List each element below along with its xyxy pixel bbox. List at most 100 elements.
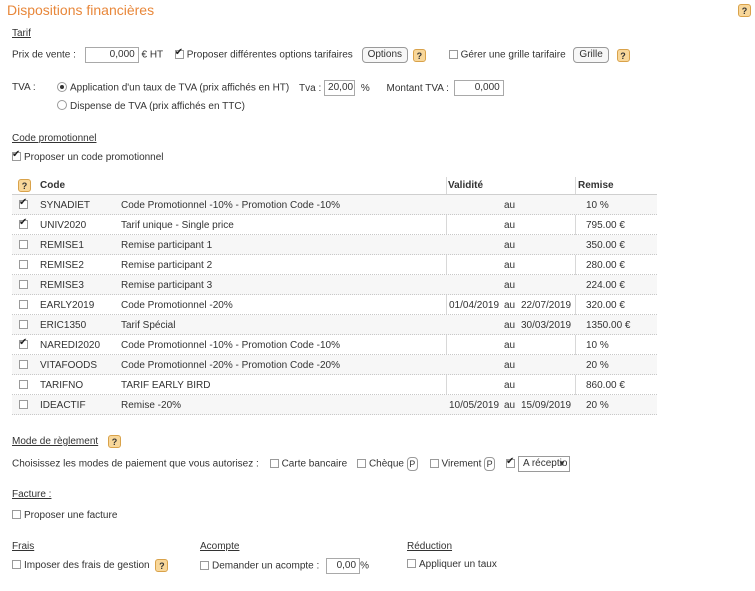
row-description: Remise participant 2 (121, 260, 213, 271)
reduction-label: Appliquer un taux (419, 559, 497, 570)
row-checkbox[interactable] (19, 320, 31, 331)
card-checkbox[interactable] (269, 458, 279, 468)
row-checkbox[interactable] (19, 300, 31, 311)
frais-heading: Frais (12, 541, 35, 552)
tva-amount-label: Montant TVA : (386, 82, 449, 94)
row-code: SYNADIET (40, 200, 91, 211)
row-checkbox[interactable] (19, 360, 31, 371)
acompte-heading: Acompte (200, 541, 240, 552)
row-checkbox[interactable] (19, 260, 31, 271)
row-au: au (504, 400, 516, 411)
row-checkbox[interactable] (19, 280, 31, 291)
frais-checkbox[interactable] (12, 560, 21, 570)
row-code: VITAFOODS (40, 360, 98, 371)
options-label: Proposer différentes options tarifaires (186, 49, 353, 61)
row-au: au (504, 300, 516, 311)
row-remise: 20 % (586, 400, 609, 411)
promo-offer-row: Proposer un code promotionnel (12, 149, 164, 163)
acompte-input[interactable]: 0,00 (326, 558, 361, 574)
tva-label: TVA : (12, 82, 36, 93)
row-valid-from: 01/04/2019 (449, 300, 500, 311)
promo-table-header: ? Code Validité Remise (12, 177, 657, 195)
row-au: au (504, 320, 516, 331)
row-description: Tarif Spécial (121, 320, 176, 331)
cheque-checkbox[interactable] (356, 458, 366, 468)
options-help-icon[interactable]: ? (412, 48, 426, 62)
row-description: Code Promotionnel -20% (121, 300, 233, 311)
row-au: au (504, 240, 516, 251)
table-row: UNIV2020 Tarif unique - Single price au 795… (12, 215, 657, 235)
options-checkbox[interactable] (174, 47, 184, 59)
price-label: Prix de vente : (12, 49, 76, 61)
tva-apply-radio[interactable] (57, 81, 67, 92)
page-title: Dispositions financières (7, 2, 155, 18)
frais-row: Imposer des frais de gestion ? (12, 559, 169, 572)
tva-rate-input[interactable]: 20,00 (324, 80, 356, 96)
row-description: Code Promotionnel -10% - Promotion Code … (121, 200, 340, 211)
row-description: Code Promotionnel -10% - Promotion Code … (121, 340, 340, 351)
acompte-checkbox[interactable] (200, 560, 209, 570)
frais-help-icon[interactable]: ? (155, 559, 169, 572)
row-valid-to: 22/07/2019 (521, 300, 572, 311)
row-checkbox[interactable] (19, 197, 31, 211)
table-row: TARIFNO TARIF EARLY BIRD au 860.00 € (12, 375, 657, 395)
row-checkbox[interactable] (19, 400, 31, 411)
acompte-label: Demander un acompte : (212, 560, 320, 572)
options-button[interactable]: Options (361, 47, 409, 63)
row-checkbox[interactable] (19, 337, 31, 351)
reduction-heading: Réduction (407, 541, 453, 552)
facture-row: Proposer une facture (12, 510, 117, 521)
tva-rate-unit: % (360, 82, 370, 94)
cheque-p-button[interactable]: P (406, 457, 418, 471)
row-au: au (504, 340, 516, 351)
facture-label: Proposer une facture (24, 510, 118, 521)
virement-checkbox[interactable] (429, 458, 439, 468)
tva-apply-row: Application d'un taux de TVA (prix affic… (57, 80, 504, 96)
tarif-heading: Tarif (12, 28, 31, 39)
row-code: IDEACTIF (40, 400, 86, 411)
row-remise: 860.00 € (586, 380, 625, 391)
grid-button[interactable]: Grille (573, 47, 609, 63)
grid-help-icon[interactable]: ? (616, 48, 630, 62)
table-row: REMISE1 Remise participant 1 au 350.00 € (12, 235, 657, 255)
col-remise: Remise (578, 180, 614, 191)
page-help-icon[interactable]: ? (738, 4, 751, 17)
row-description: Remise participant 1 (121, 240, 213, 251)
table-row: REMISE2 Remise participant 2 au 280.00 € (12, 255, 657, 275)
row-remise: 20 % (586, 360, 609, 371)
acompte-row: Demander un acompte : 0,00% (200, 558, 369, 574)
row-au: au (504, 380, 516, 391)
facture-checkbox[interactable] (12, 510, 21, 519)
promo-offer-label: Proposer un code promotionnel (24, 152, 164, 163)
row-description: TARIF EARLY BIRD (121, 380, 211, 391)
frais-label: Imposer des frais de gestion (24, 560, 150, 572)
grid-checkbox[interactable] (448, 49, 458, 59)
row-description: Remise participant 3 (121, 280, 213, 291)
row-description: Code Promotionnel -20% - Promotion Code … (121, 360, 340, 371)
reduction-row: Appliquer un taux (407, 559, 497, 570)
row-checkbox[interactable] (19, 380, 31, 391)
row-description: Tarif unique - Single price (121, 220, 234, 231)
row-code: ERIC1350 (40, 320, 87, 331)
row-checkbox[interactable] (19, 217, 31, 231)
virement-p-button[interactable]: P (484, 457, 496, 471)
row-checkbox[interactable] (19, 240, 31, 251)
reception-select[interactable]: A réceptio ▼ (517, 456, 570, 472)
reglement-help-icon[interactable]: ? (107, 435, 121, 448)
promo-help-icon[interactable]: ? (18, 179, 31, 192)
tva-apply-label: Application d'un taux de TVA (prix affic… (70, 82, 290, 94)
price-input[interactable]: 0,000 (84, 47, 139, 63)
promo-offer-checkbox[interactable] (12, 149, 21, 161)
tva-exempt-radio[interactable] (57, 100, 67, 110)
row-au: au (504, 280, 516, 291)
reception-checkbox[interactable] (505, 456, 515, 468)
grid-label: Gérer une grille tarifaire (460, 49, 566, 61)
acompte-unit: % (360, 560, 369, 572)
reglement-prompt: Choisissez les modes de paiement que vou… (12, 458, 259, 470)
row-remise: 795.00 € (586, 220, 625, 231)
row-code: REMISE1 (40, 240, 84, 251)
reduction-checkbox[interactable] (407, 559, 416, 568)
tva-exempt-row: Dispense de TVA (prix affichés en TTC) (57, 100, 245, 112)
tva-amount-input[interactable]: 0,000 (453, 80, 504, 96)
row-remise: 10 % (586, 340, 609, 351)
